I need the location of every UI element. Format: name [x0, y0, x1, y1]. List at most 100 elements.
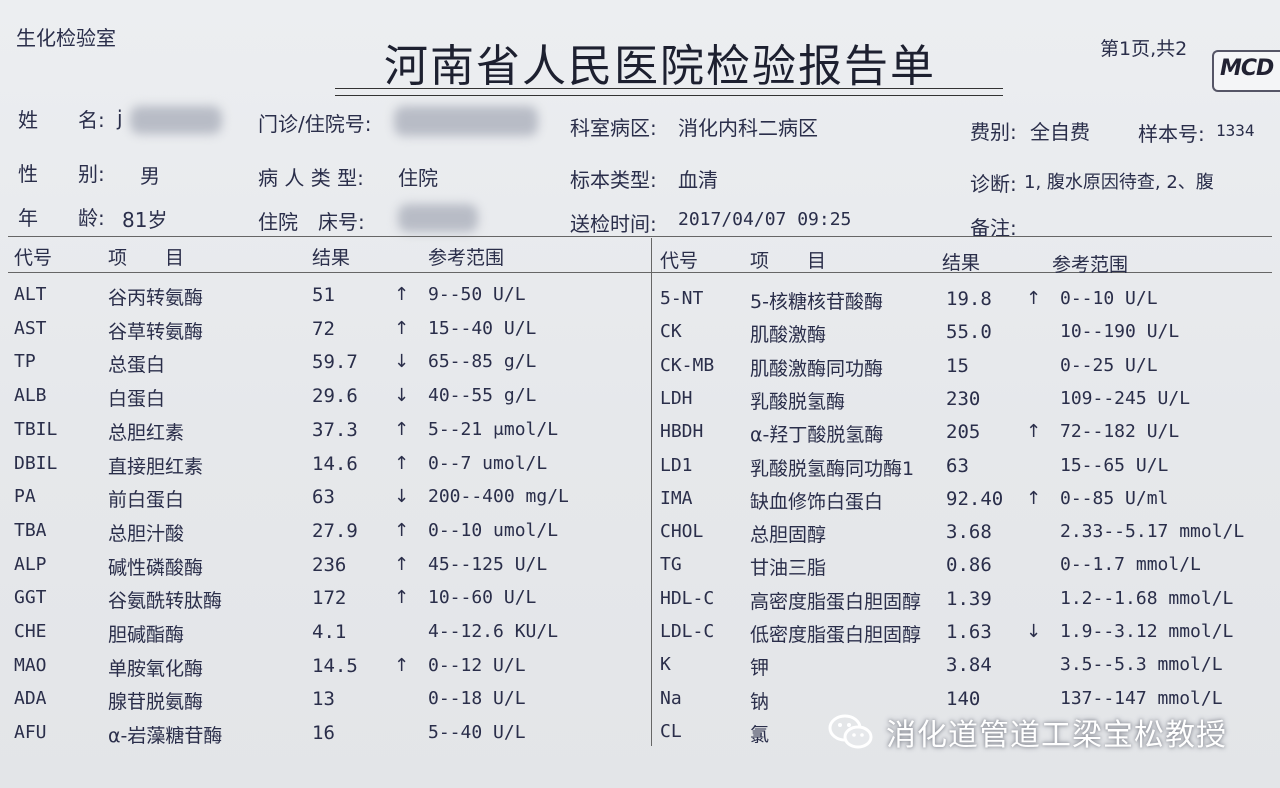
cell-range: 137--147 mmol/L — [1060, 687, 1223, 709]
cell-code: CHE — [14, 621, 47, 642]
cell-flag: ↓ — [394, 385, 410, 407]
cell-range: 0--10 U/L — [1060, 288, 1158, 309]
cell-result: 63 — [312, 486, 335, 509]
name-prefix: j — [117, 106, 123, 130]
cell-code: K — [660, 654, 671, 676]
cell-result: 27.9 — [312, 519, 358, 542]
cell-range: 10--60 U/L — [428, 587, 537, 609]
cell-range: 0--7 umol/L — [428, 452, 548, 474]
cell-range: 2.33--5.17 mmol/L — [1060, 521, 1245, 543]
cell-result: 92.40 — [946, 487, 1004, 510]
cell-flag: ↑ — [394, 418, 410, 440]
cell-range: 0--85 U/ml — [1060, 487, 1169, 509]
left-range-header: 参考范围 — [428, 247, 505, 269]
right-code-header: 代号 — [660, 250, 699, 272]
cell-code: LDH — [660, 387, 693, 409]
cell-result: 140 — [946, 687, 981, 710]
cell-range: 0--10 umol/L — [428, 519, 559, 541]
cell-range: 10--190 U/L — [1060, 321, 1180, 343]
cell-code: TG — [660, 554, 682, 576]
cell-range: 1.2--1.68 mmol/L — [1060, 587, 1234, 609]
cell-name: 直接胆红素 — [108, 455, 204, 478]
cell-result: 3.68 — [946, 521, 992, 544]
time-value: 2017/04/07 09:25 — [678, 209, 852, 230]
patient-type-value: 住院 — [398, 166, 438, 190]
cell-code: CK-MB — [660, 354, 715, 376]
fee-label: 费别: — [970, 120, 1017, 144]
time-label: 送检时间: — [570, 212, 657, 236]
watermark-text: 消化道管道工梁宝松教授 — [886, 718, 1227, 753]
cell-name: α-羟丁酸脱氢酶 — [750, 424, 884, 447]
cell-result: 63 — [946, 454, 969, 477]
cell-range: 0--1.7 mmol/L — [1060, 554, 1201, 576]
cell-code: PA — [14, 486, 36, 508]
cell-flag: ↑ — [394, 284, 410, 305]
cell-code: CK — [660, 321, 682, 343]
cell-result: 15 — [946, 354, 969, 377]
cell-flag: ↑ — [394, 553, 410, 575]
cell-code: ALP — [14, 553, 47, 575]
cell-code: Na — [660, 687, 682, 709]
cell-result: 1.39 — [946, 587, 992, 610]
lab-report-sheet: 生化检验室 河南省人民医院检验报告单 第1页,共2 MCD 姓 名: j 门诊/… — [0, 0, 1280, 788]
cell-flag: ↑ — [394, 317, 410, 339]
cell-flag: ↑ — [394, 519, 410, 541]
cell-range: 45--125 U/L — [428, 553, 548, 575]
cell-name: 钠 — [750, 690, 770, 713]
logo-text: MCD — [1220, 56, 1274, 81]
cell-name: 高密度脂蛋白胆固醇 — [750, 590, 922, 613]
left-code-header: 代号 — [14, 247, 53, 269]
right-result-header: 结果 — [942, 252, 981, 274]
specimen-label: 标本类型: — [570, 168, 657, 192]
cell-name: 前白蛋白 — [108, 489, 185, 512]
watermark: 消化道管道工梁宝松教授 — [828, 712, 1227, 753]
cell-code: ALT — [14, 284, 47, 305]
cell-name: 总蛋白 — [108, 354, 166, 377]
cell-result: 37.3 — [312, 418, 358, 441]
cell-name: 谷草转氨酶 — [108, 320, 204, 343]
cell-result: 16 — [312, 722, 335, 745]
cell-code: 5-NT — [660, 288, 704, 309]
cell-range: 40--55 g/L — [428, 385, 537, 407]
bed-redaction — [398, 204, 478, 232]
cell-code: TBA — [14, 519, 47, 541]
cell-code: CHOL — [660, 521, 704, 543]
cell-name: 肌酸激酶 — [750, 324, 827, 347]
cell-name: 谷氨酰转肽酶 — [108, 590, 223, 613]
cell-code: TP — [14, 351, 36, 373]
cell-name: 乳酸脱氢酶 — [750, 390, 846, 413]
cell-range: 4--12.6 KU/L — [428, 621, 559, 642]
cell-result: 236 — [312, 553, 347, 576]
cell-code: LDL-C — [660, 621, 715, 642]
cell-name: 碱性磷酸酶 — [108, 556, 204, 579]
left-result-header: 结果 — [312, 247, 351, 269]
age-label: 年 龄: — [18, 206, 105, 230]
cell-flag: ↓ — [394, 351, 410, 373]
column-divider — [651, 238, 652, 746]
cell-result: 29.6 — [312, 385, 358, 408]
title-underline-2 — [335, 95, 1003, 96]
table-top-rule — [8, 236, 1272, 237]
cell-range: 15--65 U/L — [1060, 454, 1169, 476]
cell-name: 钾 — [750, 657, 770, 680]
cell-code: DBIL — [14, 452, 58, 474]
cell-name: 5-核糖核苷酸酶 — [750, 291, 883, 313]
cell-result: 14.5 — [312, 654, 358, 677]
mcd-logo: MCD — [1212, 50, 1280, 92]
cell-range: 72--182 U/L — [1060, 421, 1180, 443]
cell-range: 9--50 U/L — [428, 284, 526, 305]
cell-code: ALB — [14, 385, 47, 407]
cell-name: 低密度脂蛋白胆固醇 — [750, 624, 922, 646]
cell-name: 单胺氧化酶 — [108, 657, 204, 680]
cell-flag: ↑ — [394, 587, 410, 609]
cell-result: 172 — [312, 587, 347, 610]
ward-label: 科室病区: — [570, 116, 657, 140]
cell-result: 55.0 — [946, 321, 992, 344]
cell-result: 14.6 — [312, 452, 358, 475]
cell-code: LD1 — [660, 454, 693, 476]
specimen-value: 血清 — [678, 168, 718, 192]
department-label: 生化检验室 — [16, 26, 116, 50]
cell-code: ADA — [14, 688, 47, 710]
cell-result: 72 — [312, 317, 335, 340]
cell-code: MAO — [14, 654, 47, 676]
